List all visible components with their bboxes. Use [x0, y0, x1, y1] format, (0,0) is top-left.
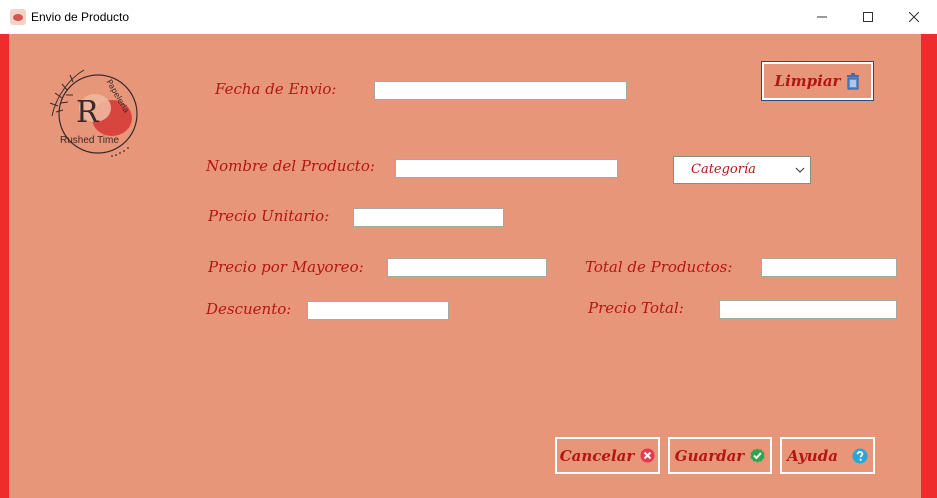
ayuda-button[interactable]: Ayuda	[780, 437, 875, 474]
chevron-down-icon	[795, 167, 805, 173]
close-button[interactable]	[891, 0, 937, 34]
minimize-icon	[817, 16, 827, 18]
cancel-icon	[640, 448, 655, 463]
brand-logo: R Papeleria Rushed Time	[49, 69, 138, 157]
precio-mayoreo-label: Precio por Mayoreo:	[208, 258, 364, 276]
categoria-select[interactable]: Categoría	[673, 156, 811, 184]
cancelar-button[interactable]: Cancelar	[555, 437, 660, 474]
precio-total-label: Precio Total:	[588, 299, 684, 317]
window-title: Envio de Producto	[31, 10, 130, 24]
descuento-input[interactable]	[307, 301, 449, 320]
app-window: Envio de Producto R Papeleria Rushed Tim…	[0, 0, 937, 498]
check-icon	[750, 448, 765, 463]
title-bar[interactable]: Envio de Producto	[0, 0, 937, 34]
limpiar-button[interactable]: Limpiar	[761, 61, 874, 101]
precio-mayoreo-input[interactable]	[387, 258, 547, 277]
total-productos-label: Total de Productos:	[585, 258, 733, 276]
guardar-button-label: Guardar	[674, 446, 745, 465]
logo-brand-bottom: Rushed Time	[60, 135, 119, 146]
help-icon	[852, 448, 868, 463]
precio-unitario-label: Precio Unitario:	[208, 207, 330, 225]
nombre-producto-label: Nombre del Producto:	[206, 157, 375, 175]
maximize-icon	[863, 12, 873, 22]
app-icon	[10, 9, 26, 25]
cancelar-button-label: Cancelar	[559, 446, 635, 465]
total-productos-input[interactable]	[761, 258, 897, 277]
nombre-producto-input[interactable]	[395, 159, 618, 178]
categoria-selected: Categoría	[691, 162, 756, 177]
limpiar-button-label: Limpiar	[774, 72, 841, 90]
maximize-button[interactable]	[845, 0, 891, 34]
trash-icon	[847, 72, 860, 89]
fecha-envio-input[interactable]	[374, 81, 627, 100]
guardar-button[interactable]: Guardar	[668, 437, 772, 474]
descuento-label: Descuento:	[206, 300, 292, 318]
fecha-envio-label: Fecha de Envio:	[215, 80, 337, 98]
precio-unitario-input[interactable]	[353, 208, 504, 227]
ayuda-button-label: Ayuda	[787, 446, 838, 465]
minimize-button[interactable]	[799, 0, 845, 34]
logo-monogram: R	[76, 95, 100, 130]
precio-total-input[interactable]	[719, 300, 897, 319]
close-icon	[909, 12, 919, 22]
